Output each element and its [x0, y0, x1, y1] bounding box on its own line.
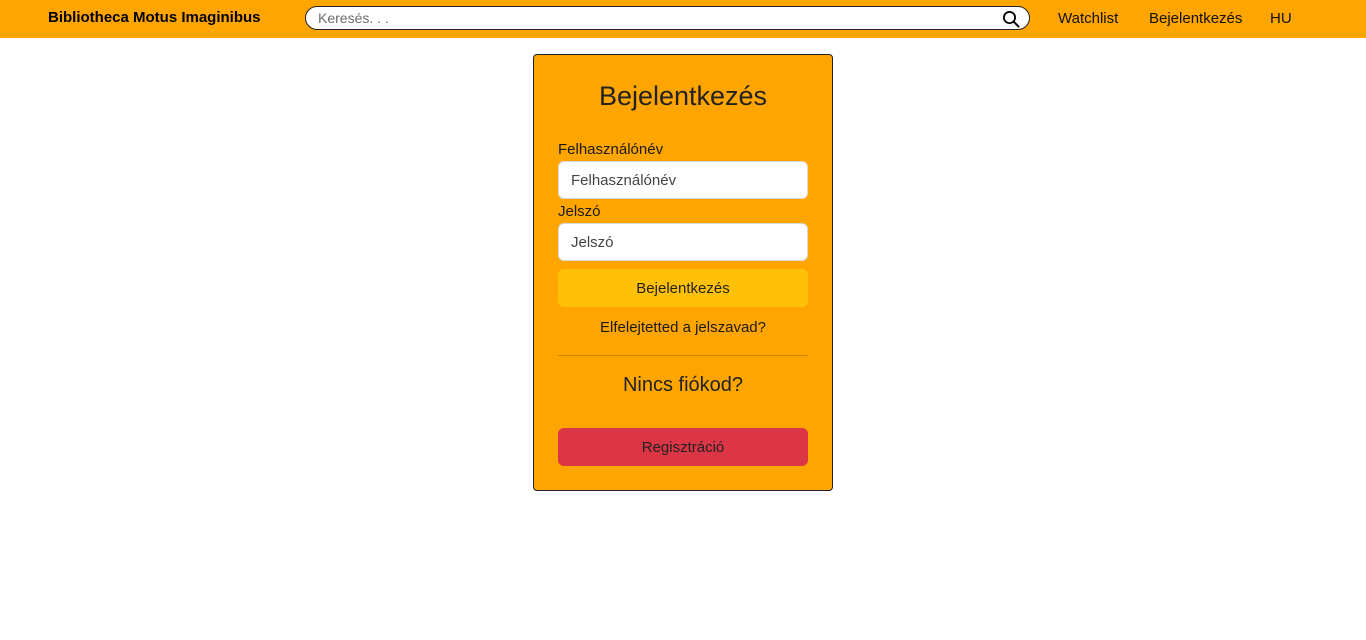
- search-icon[interactable]: [1002, 10, 1020, 28]
- language-selector[interactable]: HU: [1270, 10, 1292, 27]
- username-field[interactable]: [558, 161, 808, 199]
- search-input[interactable]: [318, 7, 988, 29]
- register-button[interactable]: Regisztráció: [558, 428, 808, 466]
- login-button[interactable]: Bejelentkezés: [558, 269, 808, 307]
- nav-link-watchlist[interactable]: Watchlist: [1058, 10, 1118, 27]
- login-title: Bejelentkezés: [598, 81, 768, 111]
- password-label: Jelszó: [558, 203, 601, 220]
- nav-link-login[interactable]: Bejelentkezés: [1149, 10, 1242, 27]
- search-box: [305, 6, 1030, 30]
- password-field[interactable]: [558, 223, 808, 261]
- brand-logo-text[interactable]: Bibliotheca Motus Imaginibus: [48, 9, 261, 26]
- forgot-password-link[interactable]: Elfelejtetted a jelszavad?: [534, 319, 832, 336]
- login-card: Bejelentkezés Felhasználónév Jelszó Beje…: [533, 54, 833, 491]
- no-account-heading: Nincs fiókod?: [622, 374, 744, 396]
- top-navbar: Bibliotheca Motus Imaginibus Watchlist B…: [0, 0, 1366, 38]
- divider: [558, 355, 808, 356]
- username-label: Felhasználónév: [558, 141, 664, 158]
